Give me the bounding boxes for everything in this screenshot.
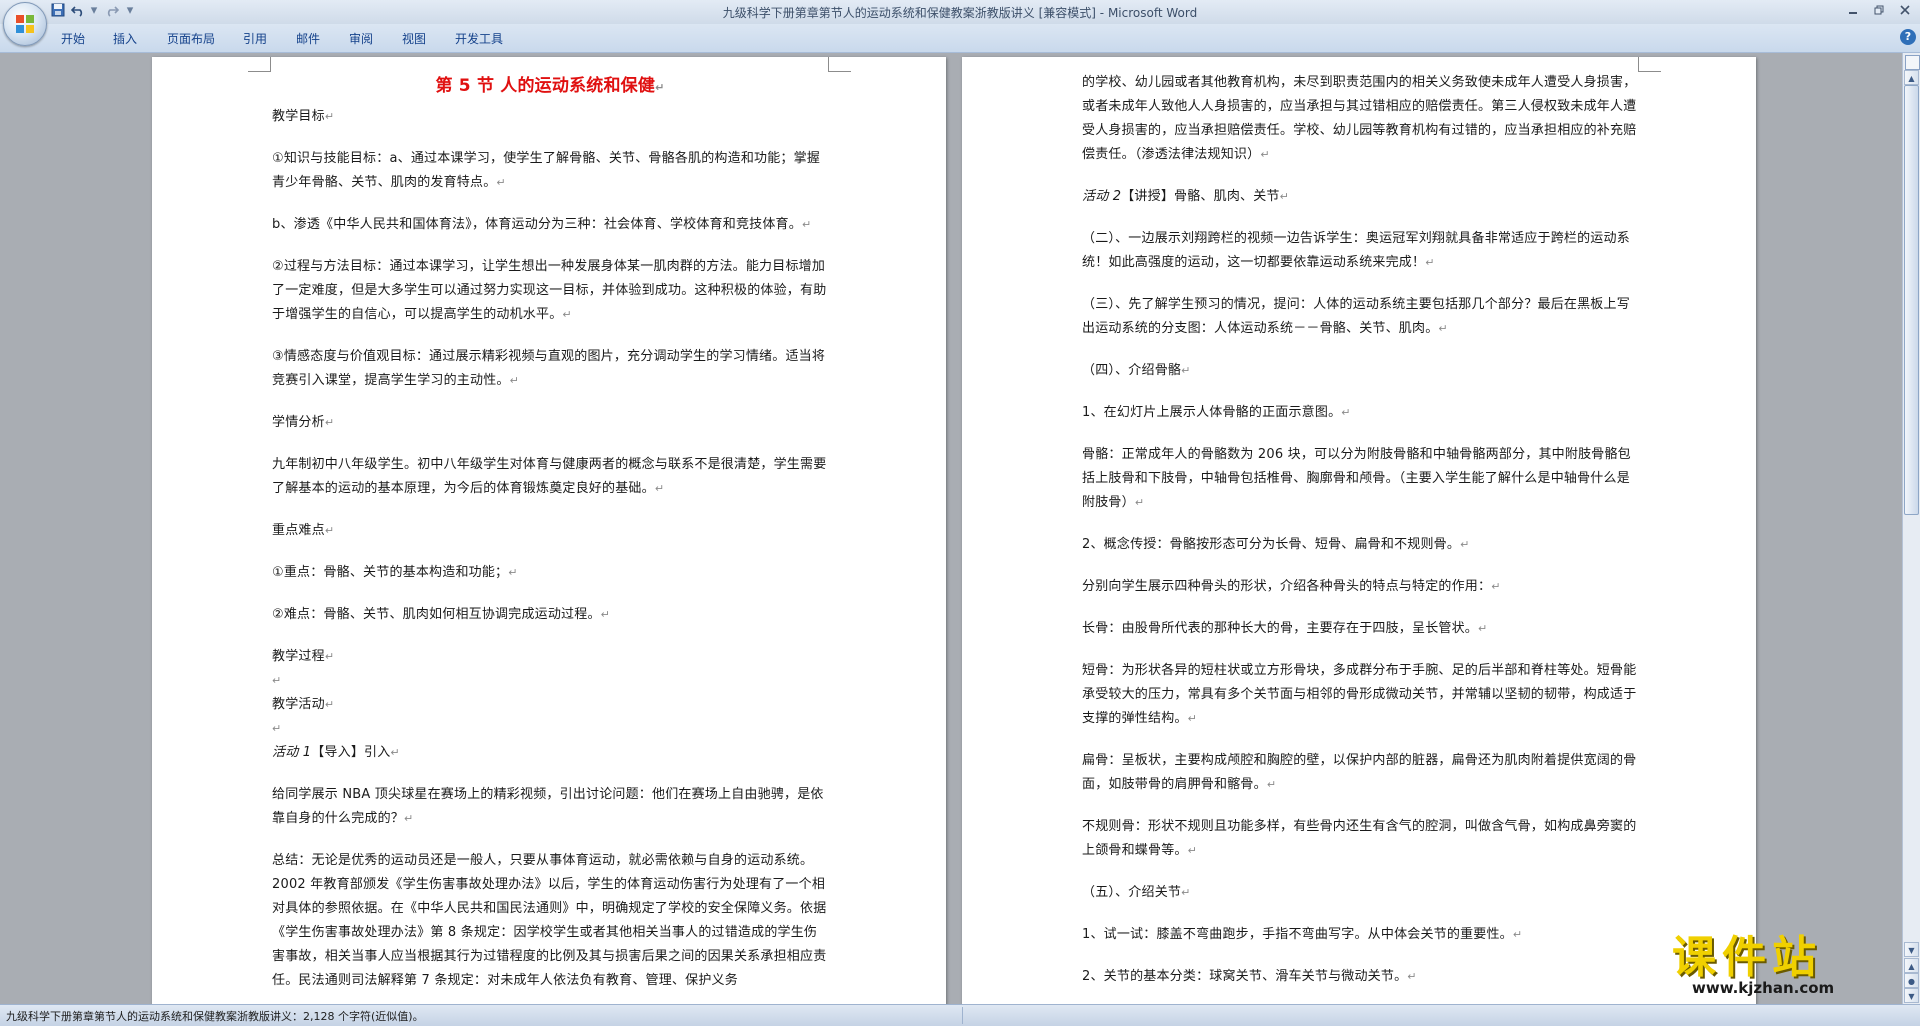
minimize-button[interactable]: [1840, 2, 1866, 20]
document-area: 第 5 节 人的运动系统和保健↵ 教学目标↵ ①知识与技能目标：a、通过本课学习…: [0, 53, 1902, 1004]
window-title: 九级科学下册第章第节人的运动系统和保健教案浙教版讲义 [兼容模式] - Micr…: [0, 4, 1920, 21]
tab-view[interactable]: 视图: [402, 30, 426, 47]
tab-page-layout[interactable]: 页面布局: [167, 30, 215, 47]
document-page-left[interactable]: 第 5 节 人的运动系统和保健↵ 教学目标↵ ①知识与技能目标：a、通过本课学习…: [152, 57, 946, 1004]
empty-paragraph: ↵: [272, 722, 282, 735]
paragraph: （三）、先了解学生预习的情况，提问：人体的运动系统主要包括那几个部分？最后在黑板…: [1082, 297, 1630, 336]
office-logo-icon: [16, 15, 34, 33]
tab-references[interactable]: 引用: [243, 30, 267, 47]
tab-home[interactable]: 开始: [61, 30, 85, 47]
title-bar: ▾ ▾ 九级科学下册第章第节人的运动系统和保健教案浙教版讲义 [兼容模式] - …: [0, 0, 1920, 24]
tab-mailings[interactable]: 邮件: [296, 30, 320, 47]
paragraph: 总结：无论是优秀的运动员还是一般人，只要从事体育运动，就必需依赖与自身的运动系统…: [272, 853, 827, 988]
paragraph: 短骨：为形状各异的短柱状或立方形骨块，多成群分布于手腕、足的后半部和脊柱等处。短…: [1082, 663, 1637, 726]
status-divider: [962, 1007, 963, 1024]
paragraph: （二）、一边展示刘翔跨栏的视频一边告诉学生：奥运冠军刘翔就具备非常适应于跨栏的运…: [1082, 231, 1630, 270]
paragraph: ①知识与技能目标：a、通过本课学习，使学生了解骨骼、关节、骨骼各肌的构造和功能；…: [272, 151, 821, 190]
document-page-right[interactable]: 的学校、幼儿园或者其他教育机构，未尽到职责范围内的相关义务致使未成年人遭受人身损…: [962, 57, 1756, 1004]
application-name: Microsoft Word: [1107, 6, 1198, 20]
paragraph: 骨骼：正常成年人的骨骼数为 206 块，可以分为附肢骨骼和中轴骨骼两部分，其中附…: [1082, 447, 1631, 510]
paragraph: ②过程与方法目标：通过本课学习，让学生想出一种发展身体某一肌肉群的方法。能力目标…: [272, 259, 827, 322]
status-bar: 九级科学下册第章第节人的运动系统和保健教案浙教版讲义：2,128 个字符(近似值…: [0, 1004, 1920, 1026]
crop-mark: [828, 57, 851, 72]
help-icon[interactable]: ?: [1900, 29, 1916, 45]
paragraph: b、渗透《中华人民共和国体育法》，体育运动分为三种：社会体育、学校体育和竞技体育…: [272, 217, 812, 232]
paragraph: 长骨：由股骨所代表的那种长大的骨，主要存在于四肢，呈长管状。↵: [1082, 621, 1488, 636]
document-heading: 第 5 节 人的运动系统和保健↵: [435, 76, 665, 96]
view-ruler-button[interactable]: [1905, 55, 1920, 70]
paragraph: 教学过程↵: [272, 649, 335, 664]
paragraph: 的学校、幼儿园或者其他教育机构，未尽到职责范围内的相关义务致使未成年人遭受人身损…: [1082, 75, 1637, 162]
paragraph: 教学活动↵: [272, 697, 335, 712]
title-separator: -: [1095, 6, 1108, 20]
scroll-up-button[interactable]: ▲: [1904, 70, 1919, 85]
paragraph: （五）、介绍关节↵: [1082, 885, 1191, 900]
paragraph: 2、关节的基本分类：球窝关节、滑车关节与微动关节。↵: [1082, 969, 1417, 984]
watermark-url: www.kjzhan.com: [1692, 979, 1835, 997]
paragraph: ③情感态度与价值观目标：通过展示精彩视频与直观的图片，充分调动学生的学习情绪。适…: [272, 349, 826, 388]
crop-mark: [248, 57, 271, 72]
paragraph: 扁骨：呈板状，主要构成颅腔和胸腔的壁，以保护内部的脏器，扁骨还为肌肉附着提供宽阔…: [1082, 753, 1637, 792]
activity-heading: 活动 2【讲授】骨骼、肌肉、关节↵: [1082, 189, 1290, 204]
document-title: 九级科学下册第章第节人的运动系统和保健教案浙教版讲义 [兼容模式]: [722, 6, 1096, 20]
vertical-scrollbar[interactable]: ▲ ▼ ▲ ● ▼: [1902, 53, 1920, 1004]
paragraph: 九年制初中八年级学生。初中八年级学生对体育与健康两者的概念与联系不是很清楚，学生…: [272, 457, 827, 496]
scroll-thumb[interactable]: [1904, 85, 1919, 515]
paragraph: 重点难点↵: [272, 523, 335, 538]
paragraph: ①重点：骨骼、关节的基本构造和功能；↵: [272, 565, 518, 580]
paragraph: 1、在幻灯片上展示人体骨骼的正面示意图。↵: [1082, 405, 1351, 420]
page-left-body: 第 5 节 人的运动系统和保健↵ 教学目标↵ ①知识与技能目标：a、通过本课学习…: [272, 71, 828, 993]
paragraph: 1、试一试：膝盖不弯曲跑步，手指不弯曲写字。从中体会关节的重要性。↵: [1082, 927, 1523, 942]
paragraph: 不规则骨：形状不规则且功能多样，有些骨内还生有含气的腔洞，叫做含气骨，如构成鼻旁…: [1082, 819, 1637, 858]
empty-paragraph: ↵: [272, 674, 282, 687]
crop-mark: [1638, 57, 1661, 72]
close-button[interactable]: [1892, 2, 1918, 20]
paragraph: 教学目标↵: [272, 109, 335, 124]
watermark: 课件站 www.kjzhan.com: [1668, 921, 1908, 1007]
tab-review[interactable]: 审阅: [349, 30, 373, 47]
tab-insert[interactable]: 插入: [113, 30, 137, 47]
tab-developer[interactable]: 开发工具: [455, 30, 503, 47]
paragraph: 2、概念传授：骨骼按形态可分为长骨、短骨、扁骨和不规则骨。↵: [1082, 537, 1470, 552]
paragraph: 分别向学生展示四种骨头的形状，介绍各种骨头的特点与特定的作用：↵: [1082, 579, 1501, 594]
paragraph: （四）、介绍骨骼↵: [1082, 363, 1191, 378]
status-text: 九级科学下册第章第节人的运动系统和保健教案浙教版讲义：2,128 个字符(近似值…: [6, 1010, 424, 1023]
restore-button[interactable]: [1866, 2, 1892, 20]
paragraph: ②难点：骨骼、关节、肌肉如何相互协调完成运动过程。↵: [272, 607, 611, 622]
office-button[interactable]: [3, 2, 47, 46]
paragraph: 给同学展示 NBA 顶尖球星在赛场上的精彩视频，引出讨论问题：他们在赛场上自由驰…: [272, 787, 824, 826]
ribbon-tab-bar: 开始 插入 页面布局 引用 邮件 审阅 视图 开发工具 ?: [0, 24, 1920, 53]
activity-heading: 活动 1【导入】引入↵: [272, 745, 400, 760]
paragraph: 学情分析↵: [272, 415, 335, 430]
watermark-title: 课件站: [1672, 932, 1822, 983]
page-right-body: 的学校、幼儿园或者其他教育机构，未尽到职责范围内的相关义务致使未成年人遭受人身损…: [1082, 71, 1638, 989]
